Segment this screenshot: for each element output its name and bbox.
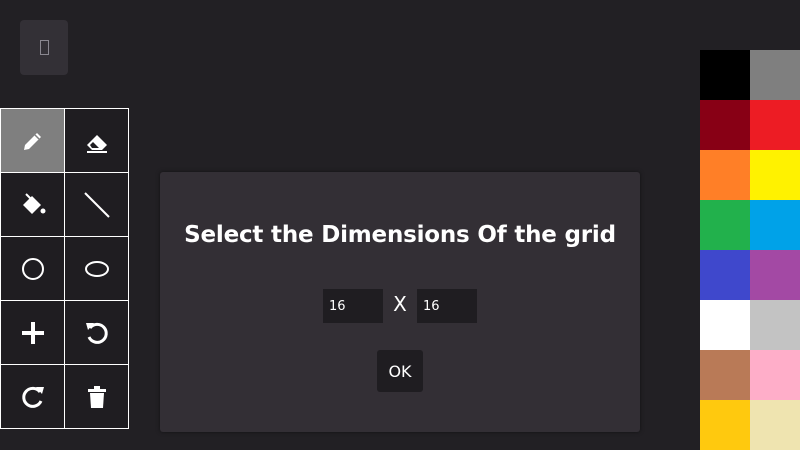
color-swatch[interactable] — [750, 400, 800, 450]
color-swatch[interactable] — [750, 50, 800, 100]
color-swatch[interactable] — [750, 300, 800, 350]
clear-button[interactable] — [65, 365, 129, 429]
color-swatch[interactable] — [750, 250, 800, 300]
redo-button[interactable] — [1, 365, 65, 429]
color-swatch[interactable] — [750, 200, 800, 250]
color-swatch[interactable] — [700, 100, 750, 150]
line-icon — [83, 191, 110, 218]
color-swatch[interactable] — [700, 300, 750, 350]
redo-icon — [21, 386, 44, 408]
circle-icon — [21, 257, 44, 280]
add-tool-button[interactable] — [1, 301, 65, 365]
fill-tool-button[interactable] — [1, 173, 65, 237]
ellipse-tool-button[interactable] — [65, 237, 129, 301]
color-swatch[interactable] — [700, 250, 750, 300]
color-swatch[interactable] — [750, 350, 800, 400]
mobile-view-button[interactable] — [20, 20, 68, 75]
grid-height-input[interactable] — [417, 289, 477, 323]
ok-button[interactable]: OK — [377, 350, 423, 392]
eraser-icon — [86, 134, 107, 153]
pencil-icon — [23, 132, 41, 150]
circle-tool-button[interactable] — [1, 237, 65, 301]
ellipse-icon — [84, 260, 109, 277]
trash-icon — [87, 385, 106, 408]
dimension-separator: X — [393, 292, 407, 316]
dialog-title: Select the Dimensions Of the grid — [184, 222, 616, 248]
eraser-tool-button[interactable] — [65, 109, 129, 173]
grid-width-input[interactable] — [323, 289, 383, 323]
color-swatch[interactable] — [700, 150, 750, 200]
grid-dimensions-dialog: Select the Dimensions Of the grid X OK — [160, 172, 640, 432]
plus-icon — [21, 321, 44, 344]
tool-panel — [0, 108, 129, 429]
mobile-phone-icon — [39, 40, 49, 55]
pencil-tool-button[interactable] — [1, 109, 65, 173]
undo-button[interactable] — [65, 301, 129, 365]
color-palette — [700, 50, 800, 450]
color-swatch[interactable] — [750, 100, 800, 150]
line-tool-button[interactable] — [65, 173, 129, 237]
paint-bucket-icon — [22, 192, 45, 214]
color-swatch[interactable] — [750, 150, 800, 200]
color-swatch[interactable] — [700, 400, 750, 450]
color-swatch[interactable] — [700, 350, 750, 400]
color-swatch[interactable] — [700, 200, 750, 250]
undo-icon — [85, 322, 108, 344]
color-swatch[interactable] — [700, 50, 750, 100]
